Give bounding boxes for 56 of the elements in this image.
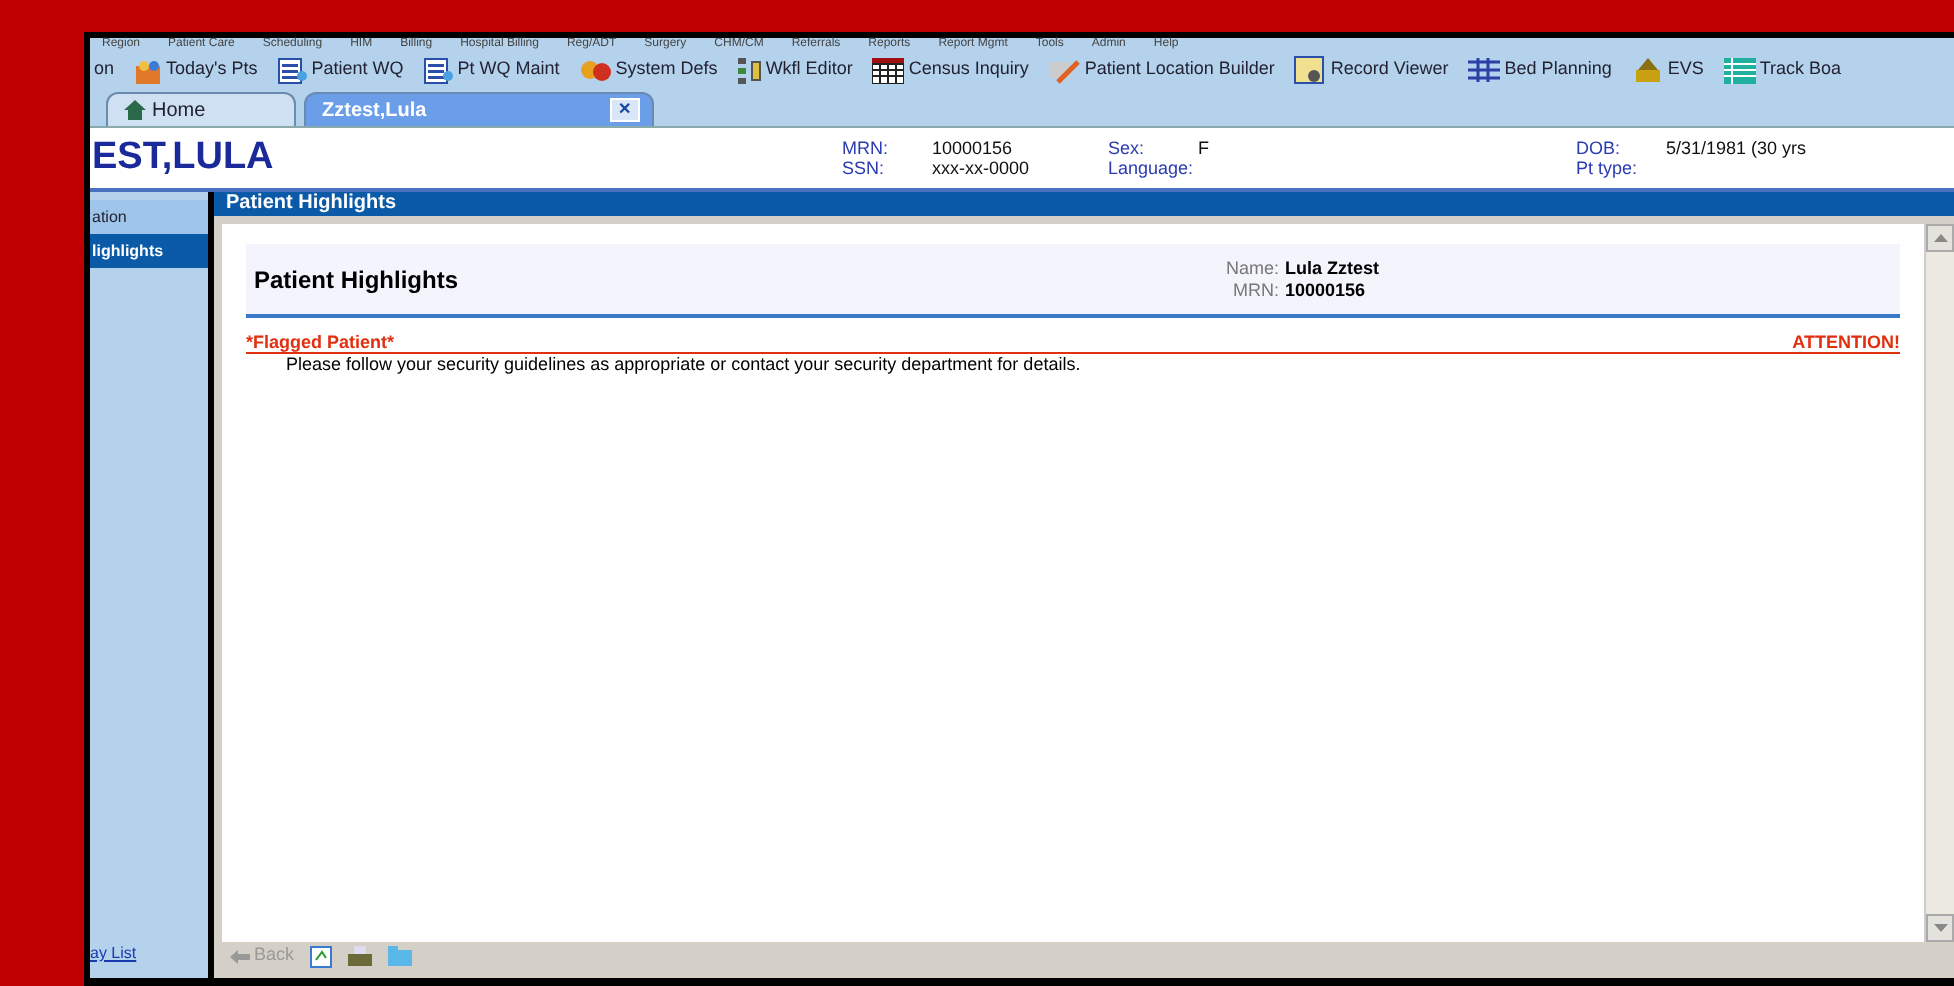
- panel-title: Patient Highlights: [224, 192, 398, 216]
- flag-label: *Flagged Patient*: [246, 332, 395, 352]
- toolbar-button[interactable]: Record Viewer: [1294, 56, 1449, 84]
- field-label: Language:: [1108, 158, 1196, 178]
- day-list-link[interactable]: ay List: [90, 942, 208, 966]
- close-button[interactable]: ✕: [610, 98, 640, 122]
- tab[interactable]: Zztest,Lula ✕: [304, 92, 654, 126]
- field-value: xxx-xx-0000: [932, 158, 1032, 178]
- toolbar-button[interactable]: Bed Planning: [1468, 56, 1612, 84]
- security-message: Please follow your security guidelines as appropriate or contact your security department for details.: [284, 354, 1083, 376]
- tab-label: Home: [152, 97, 206, 125]
- toolbar-button[interactable]: Pt WQ Maint: [423, 56, 560, 84]
- toolbar-button[interactable]: Patient WQ: [277, 56, 404, 84]
- flow-icon: [737, 57, 762, 83]
- highlights-heading: Patient Highlights: [252, 263, 460, 297]
- scroll-up-icon[interactable]: [1926, 224, 1954, 252]
- tab[interactable]: Home: [106, 92, 296, 126]
- field-value: 5/31/1981 (30 yrs: [1666, 138, 1807, 158]
- back-arrow-icon: [230, 949, 250, 963]
- field-label: Sex:: [1108, 138, 1147, 158]
- field-value: F: [1198, 138, 1211, 158]
- grid-icon: [872, 57, 905, 83]
- list-icon: [423, 57, 454, 83]
- field-label: Pt type:: [1576, 158, 1640, 178]
- refresh-icon[interactable]: [310, 945, 333, 967]
- field-label: DOB:: [1576, 138, 1623, 158]
- print-icon[interactable]: [348, 946, 373, 966]
- field-label: SSN:: [842, 158, 887, 178]
- toolbar-button[interactable]: EVS: [1631, 56, 1704, 84]
- toolbar-button[interactable]: Wkfl Editor: [737, 56, 853, 84]
- folder-icon[interactable]: [388, 946, 413, 966]
- sidebar-item[interactable]: ation: [90, 200, 208, 234]
- toolbar-button[interactable]: Today's Pts: [134, 56, 258, 84]
- people-icon: [134, 57, 163, 83]
- bed-grid-icon: [1468, 58, 1501, 82]
- toolbar-button[interactable]: System Defs: [579, 56, 718, 84]
- name-label: Name:: [1226, 257, 1280, 279]
- board-icon: [1723, 57, 1756, 83]
- field-value: 10000156: [932, 138, 1015, 158]
- attention-label: ATTENTION!: [1792, 332, 1900, 352]
- home-icon: [124, 100, 146, 120]
- toolbar-button[interactable]: Patient Location Builder: [1048, 56, 1275, 84]
- viewer-icon: [1294, 56, 1327, 84]
- patient-name: EST,LULA: [90, 133, 276, 182]
- scrollbar[interactable]: [1924, 224, 1954, 942]
- mrn-value: 10000156: [1285, 279, 1368, 301]
- toolbar-button[interactable]: on: [94, 56, 115, 84]
- field-label: MRN:: [842, 138, 890, 158]
- sidebar-item[interactable]: lighlights: [90, 234, 208, 268]
- scroll-down-icon[interactable]: [1926, 914, 1954, 942]
- toolbar-button[interactable]: Track Boa: [1723, 56, 1842, 84]
- list-icon: [277, 57, 308, 83]
- tab-label: Zztest,Lula: [322, 97, 427, 125]
- name-value: Lula Zztest: [1285, 257, 1380, 279]
- mrn-label: MRN:: [1231, 279, 1280, 301]
- toolbar-button[interactable]: Census Inquiry: [872, 56, 1029, 84]
